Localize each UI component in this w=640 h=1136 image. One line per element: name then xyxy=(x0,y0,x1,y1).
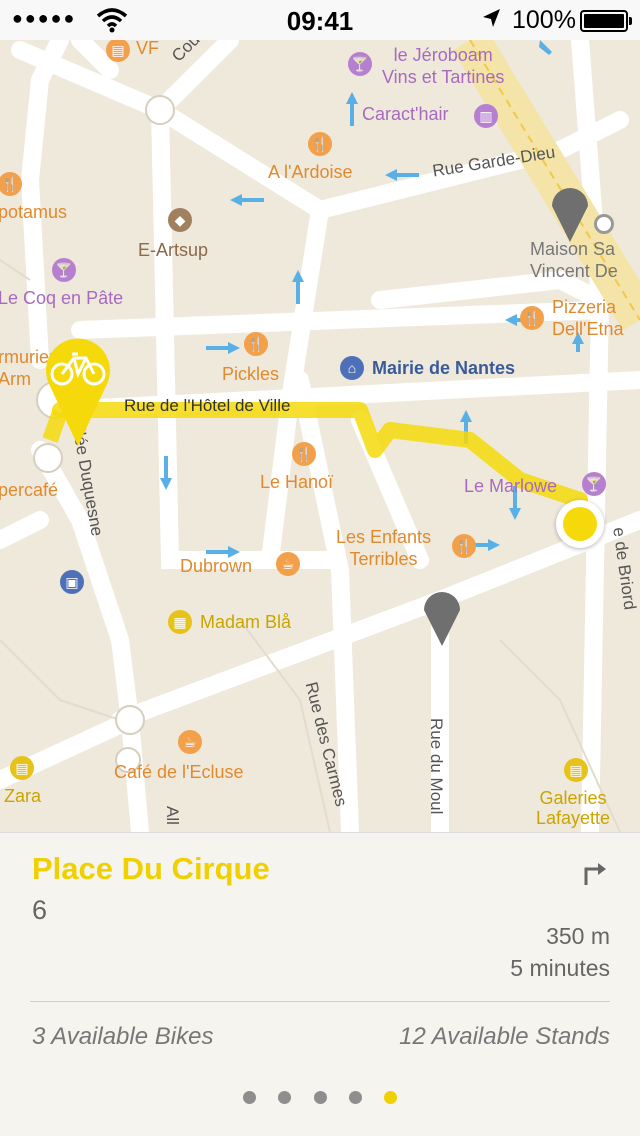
available-bikes: 3 Available Bikes xyxy=(32,1023,214,1050)
page-dot[interactable] xyxy=(348,1091,362,1104)
user-location-dot xyxy=(556,500,604,548)
poi-eartsup[interactable]: E-Artsup xyxy=(138,240,208,261)
poi-percafe[interactable]: percafé xyxy=(0,480,58,501)
cocktail-bar-icon[interactable]: 🍸 xyxy=(582,472,606,496)
poi-marlowe[interactable]: Le Marlowe xyxy=(464,476,557,497)
battery-percentage: 100% xyxy=(512,6,576,34)
tram-stop-icon[interactable]: ▣ xyxy=(60,570,84,594)
station-name: Place Du Cirque xyxy=(32,851,270,886)
restaurant-icon[interactable]: 🍴 xyxy=(244,332,268,356)
available-stands: 12 Available Stands xyxy=(399,1023,610,1050)
poi-ardoise[interactable]: A l'Ardoise xyxy=(268,162,352,183)
page-dot-active[interactable] xyxy=(384,1091,398,1104)
basket-icon[interactable]: ▦ xyxy=(168,610,192,634)
street-label-moulin: Rue du Moul xyxy=(427,718,446,815)
battery-icon xyxy=(580,10,632,32)
poi-vf[interactable]: VF xyxy=(136,40,159,59)
tram-marker xyxy=(594,214,614,234)
restaurant-icon[interactable]: 🍴 xyxy=(452,534,476,558)
poi-mairie[interactable]: Mairie de Nantes xyxy=(372,358,515,379)
poi-pickles[interactable]: Pickles xyxy=(222,364,279,385)
poi-galeries-lafayette[interactable]: Galeries Lafayette xyxy=(536,788,610,828)
page-dot[interactable] xyxy=(313,1091,327,1104)
station-info-panel[interactable]: Place Du Cirque 6 350 m 5 minutes 3 Avai… xyxy=(0,832,640,1136)
poi-enfants-terribles[interactable]: Les Enfants Terribles xyxy=(336,526,431,570)
divider xyxy=(30,1001,610,1002)
station-pin[interactable] xyxy=(548,180,592,244)
poi-caracthair[interactable]: Caract'hair xyxy=(362,104,448,125)
selected-station-pin[interactable] xyxy=(42,326,114,450)
poi-hanoi[interactable]: Le Hanoï xyxy=(260,472,333,493)
salon-icon[interactable]: ▥ xyxy=(474,104,498,128)
street-label-allee: All xyxy=(163,806,182,825)
location-arrow-icon xyxy=(483,9,500,27)
poi-cafe-ecluse[interactable]: Café de l'Ecluse xyxy=(114,762,244,783)
restaurant-icon[interactable]: 🍴 xyxy=(520,306,544,330)
map-view[interactable]: Cours de Rue Garde-Dieu Rue de l'Hôtel d… xyxy=(0,40,640,832)
restaurant-icon[interactable]: 🍴 xyxy=(292,442,316,466)
shopping-bag-icon[interactable]: ▤ xyxy=(10,756,34,780)
poi-maison[interactable]: Maison Sa Vincent De xyxy=(530,238,618,282)
cocktail-bar-icon[interactable]: 🍸 xyxy=(52,258,76,282)
poi-pizzeria[interactable]: Pizzeria Dell'Etna xyxy=(552,296,623,340)
turn-right-icon[interactable] xyxy=(582,859,608,887)
poi-madam-bla[interactable]: Madam Blå xyxy=(200,612,291,633)
poi-zara[interactable]: Zara xyxy=(4,786,41,807)
poi-dubrown[interactable]: Dubrown xyxy=(180,556,252,577)
page-indicator[interactable] xyxy=(0,1091,640,1109)
poi-jeroboam[interactable]: le Jéroboam Vins et Tartines xyxy=(382,44,504,88)
poi-potamus[interactable]: potamus xyxy=(0,202,67,223)
school-icon[interactable]: ◆ xyxy=(168,208,192,232)
cocktail-bar-icon[interactable]: 🍸 xyxy=(348,52,372,76)
duration-value: 5 minutes xyxy=(510,955,610,981)
page-dot[interactable] xyxy=(242,1091,256,1104)
station-number: 6 xyxy=(32,895,48,925)
shopping-bag-icon[interactable]: ▤ xyxy=(564,758,588,782)
city-hall-icon[interactable]: ⌂ xyxy=(340,356,364,380)
poi-coq-en-pate[interactable]: Le Coq en Pâte xyxy=(0,288,123,309)
cafe-icon[interactable]: ☕ xyxy=(276,552,300,576)
page-dot[interactable] xyxy=(278,1091,292,1104)
street-label-hotel-de-ville: Rue de l'Hôtel de Ville xyxy=(124,396,291,415)
status-bar: ●●●●● 09:41 100% xyxy=(0,0,640,40)
station-pin[interactable] xyxy=(420,584,464,648)
restaurant-icon[interactable]: 🍴 xyxy=(308,132,332,156)
cafe-icon[interactable]: ☕ xyxy=(178,730,202,754)
distance-value: 350 m xyxy=(546,923,610,949)
